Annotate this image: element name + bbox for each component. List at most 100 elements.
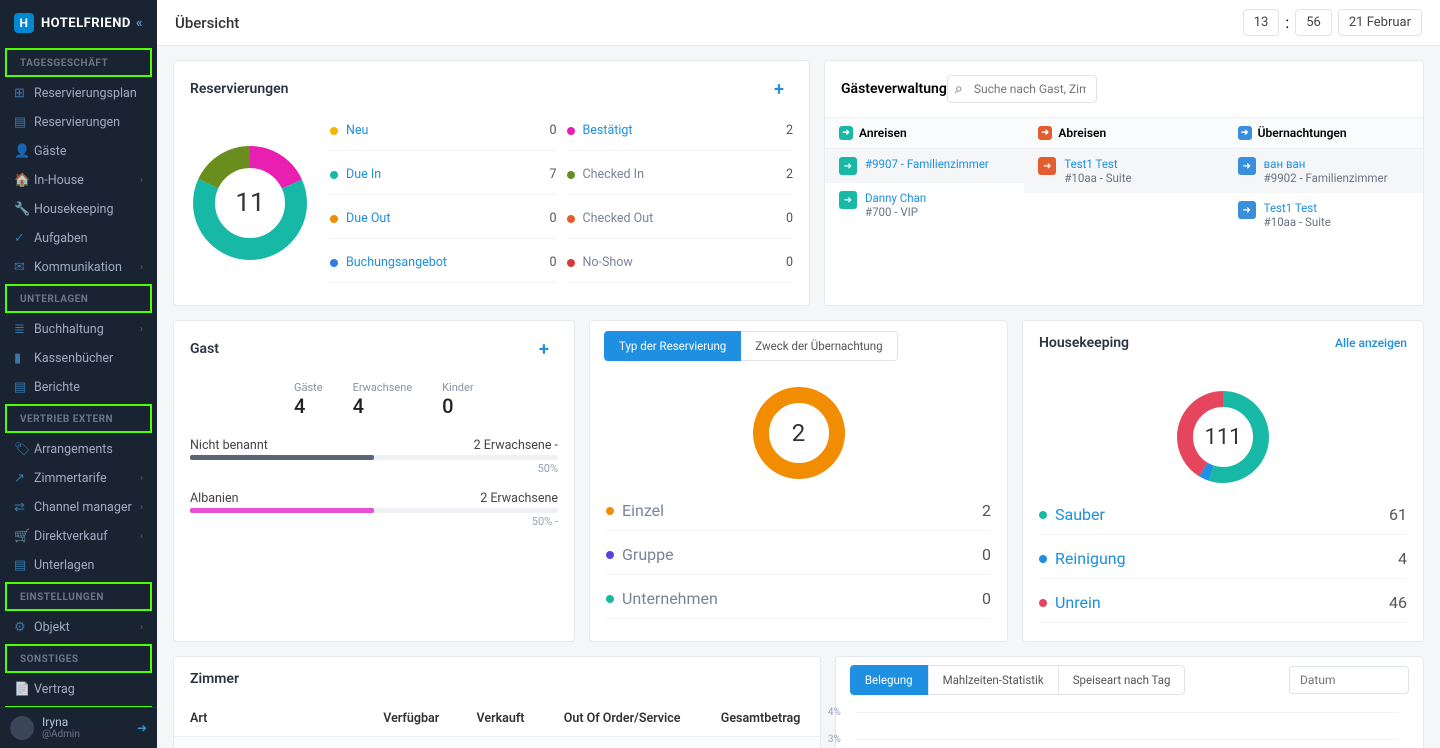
occupancy-chart: 0%1%2%3%4% Fr21.02 Sa22.02 So23.02 Mo24.… (836, 703, 1423, 748)
sidebar-item[interactable]: 🔧 Housekeeping (0, 195, 157, 224)
sidebar-item[interactable]: ▤ Reservierungen (0, 108, 157, 137)
sidebar-item[interactable]: 🏠 In-House › (0, 166, 157, 195)
sidebar-item[interactable]: ✓ Aufgaben (0, 224, 157, 253)
legend-label: No-Show (583, 255, 633, 270)
sidebar-item[interactable]: 🏷 Arrangements (0, 435, 157, 464)
sidebar-item-label: Reservierungen (34, 115, 120, 130)
sidebar-item[interactable]: ⇄ Channel manager › (0, 493, 157, 522)
add-guest-button[interactable]: + (530, 335, 558, 363)
legend-item[interactable]: Reinigung4 (1039, 549, 1407, 579)
guest-list-item[interactable]: ➜ Danny Chan #700 - VIP (825, 183, 1024, 227)
table-row[interactable]: Einzelzimmer4004 (174, 737, 820, 748)
guest-title: Gast (190, 341, 219, 357)
tab[interactable]: Belegung (850, 665, 928, 695)
reservations-card: Reservierungen + 11 Neu0Bestätigt2Due In… (173, 60, 810, 306)
sidebar-item[interactable]: 📄 Vertrag (0, 675, 157, 704)
tab[interactable]: Typ der Reservierung (604, 331, 741, 361)
legend-item[interactable]: Unrein46 (1039, 593, 1407, 623)
sidebar-item[interactable]: 🛒 Direktverkauf › (0, 522, 157, 551)
guest-list-item[interactable]: ➜ Test1 Test #10aa - Suite (1024, 149, 1223, 193)
add-reservation-button[interactable]: + (765, 75, 793, 103)
sidebar-section-header: EINSTELLUNGEN (5, 582, 152, 611)
reservations-total: 11 (190, 143, 310, 263)
legend-item[interactable]: Due Out 0 (330, 211, 557, 239)
clock-date[interactable]: 21 Februar (1338, 9, 1422, 36)
guest-stat: Erwachsene4 (353, 381, 413, 418)
legend-value: 2 (786, 167, 793, 182)
sidebar-item[interactable]: ▤ Berichte (0, 373, 157, 402)
occupancy-card: BelegungMahlzeiten-StatistikSpeiseart na… (835, 656, 1424, 748)
sidebar-item[interactable]: ≣ Buchhaltung › (0, 315, 157, 344)
legend-dot-icon (1039, 599, 1047, 607)
legend-label: Due Out (346, 211, 390, 226)
sidebar-item[interactable]: ⚙ Objekt › (0, 613, 157, 642)
legend-item[interactable]: Buchungsangebot0 (330, 255, 557, 283)
guest-list-item[interactable]: ➜ Test1 Test #10aa - Suite (1224, 193, 1423, 237)
occupancy-date-input[interactable] (1289, 666, 1409, 694)
housekeeping-title: Housekeeping (1039, 335, 1129, 351)
legend-item[interactable]: Neu0 (330, 123, 557, 151)
legend-dot-icon (606, 595, 614, 603)
sidebar-item-icon: 👤 (14, 144, 34, 159)
brand-logo-icon: H (14, 13, 34, 33)
legend-value: 0 (786, 255, 793, 270)
clock-hour[interactable]: 13 (1243, 9, 1280, 36)
clock-min[interactable]: 56 (1295, 9, 1332, 36)
tab[interactable]: Mahlzeiten-Statistik (928, 665, 1059, 695)
sidebar-item[interactable]: 👤 Gäste (0, 137, 157, 166)
guest-search-input[interactable] (947, 75, 1097, 103)
legend-value: 0 (786, 211, 793, 226)
avatar-icon (10, 716, 34, 740)
guest-list-item[interactable]: ➜ #9907 - Familienzimmer (825, 149, 1024, 183)
sidebar-collapse-icon[interactable]: « (136, 16, 143, 31)
tab[interactable]: Zweck der Übernachtung (741, 331, 897, 361)
legend-label: Checked In (583, 167, 645, 182)
housekeeping-total: 111 (1173, 387, 1273, 487)
legend-value: 0 (549, 211, 556, 226)
sidebar-item-label: Berichte (34, 380, 80, 395)
legend-value: 0 (549, 255, 556, 270)
legend-label: Reinigung (1055, 549, 1126, 568)
sidebar-item-icon: ✉ (14, 260, 34, 275)
sidebar-user[interactable]: Iryna @Admin ➜ (0, 707, 157, 748)
legend-value: 61 (1389, 505, 1407, 524)
legend-item[interactable]: Due In7 (330, 167, 557, 195)
legend-item: Checked Out0 (567, 211, 794, 239)
logout-icon[interactable]: ➜ (137, 721, 147, 735)
sidebar-item-icon: 🛒 (14, 529, 34, 544)
sidebar-item-icon: ▤ (14, 115, 34, 130)
reservations-donut: 11 (190, 143, 310, 263)
sidebar-item[interactable]: ⊞ Reservierungsplan (0, 79, 157, 108)
legend-dot-icon (1039, 555, 1047, 563)
sidebar-item-icon: ▤ (14, 380, 34, 395)
sidebar-item-icon: 🏷 (14, 442, 34, 457)
guest-item-name: ван ван (1264, 157, 1388, 171)
guest-list-item[interactable]: ➜ ван ван #9902 - Familienzimmer (1224, 149, 1423, 193)
sidebar-item[interactable]: ▮ Kassenbücher (0, 344, 157, 373)
legend-value: 46 (1389, 593, 1407, 612)
sidebar-item[interactable]: ↗ Zimmertarife › (0, 464, 157, 493)
sidebar: H HOTELFRIEND « TAGESGESCHÄFT⊞ Reservier… (0, 0, 157, 748)
legend-dot-icon (606, 551, 614, 559)
rooms-title: Zimmer (190, 671, 239, 687)
sidebar-item-label: Objekt (34, 620, 70, 635)
sidebar-item-icon: ↗ (14, 471, 34, 486)
guest-mgmt-column-header: ➜Anreisen (825, 117, 1024, 149)
sidebar-item[interactable]: ▤ Unterlagen (0, 551, 157, 580)
sidebar-item[interactable]: ✉ Kommunikation › (0, 253, 157, 282)
brand[interactable]: H HOTELFRIEND « (0, 0, 157, 46)
housekeeping-card: Housekeeping Alle anzeigen 111 Sauber61 R… (1022, 320, 1424, 642)
legend-value: 2 (786, 123, 793, 138)
legend-item[interactable]: Sauber61 (1039, 505, 1407, 535)
sidebar-item-label: Unterlagen (34, 558, 94, 573)
legend-item[interactable]: Bestätigt2 (567, 123, 794, 151)
tab[interactable]: Speiseart nach Tag (1059, 665, 1186, 695)
guest-item-sub: #10aa - Suite (1264, 215, 1331, 229)
guest-mgmt-column-header: ➜Übernachtungen (1224, 117, 1423, 149)
sidebar-section-header: VERTRIEB EXTERN (5, 404, 152, 433)
housekeeping-view-all-link[interactable]: Alle anzeigen (1335, 336, 1407, 350)
guest-card: Gast + Gäste4Erwachsene4Kinder0 Nicht be… (173, 320, 575, 642)
sidebar-item-icon: 🏠 (14, 173, 34, 188)
table-header: Verkauft (458, 701, 543, 737)
chevron-right-icon: › (140, 622, 143, 633)
